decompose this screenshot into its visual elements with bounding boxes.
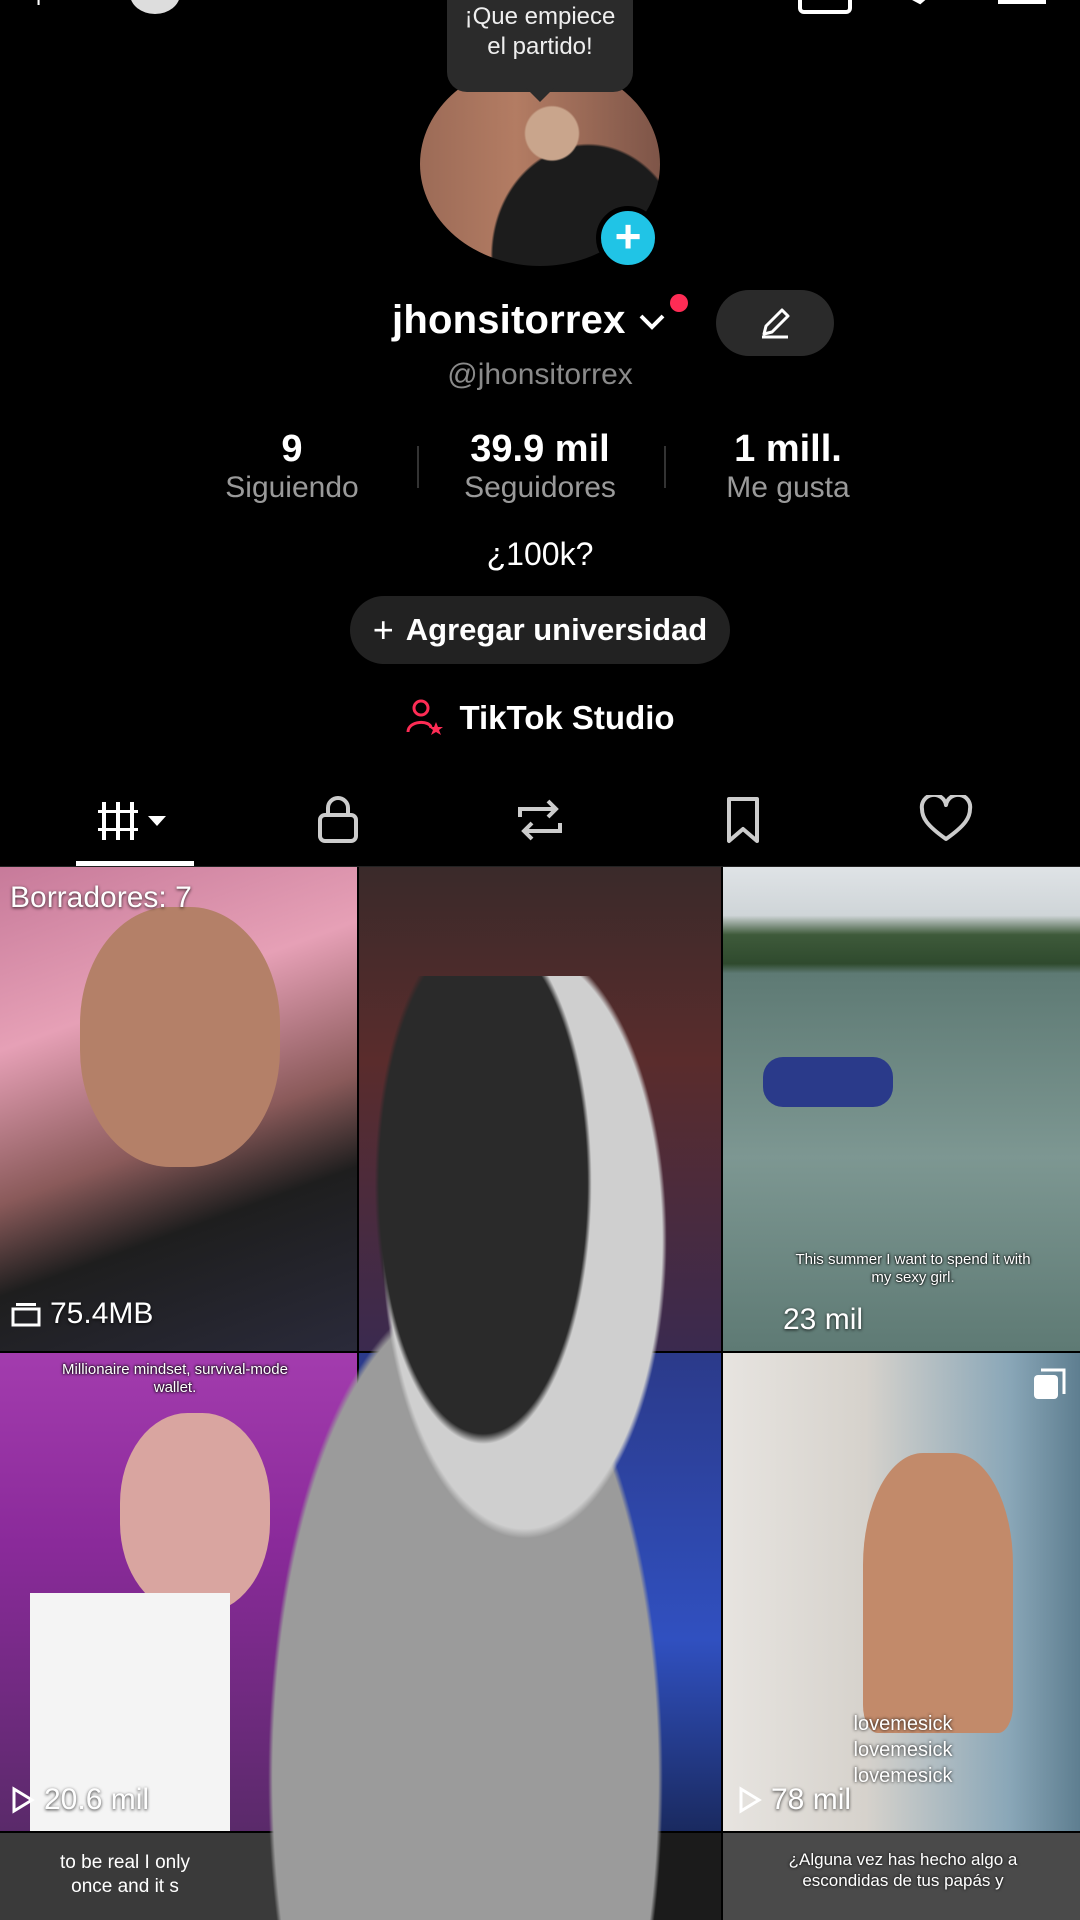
storage-icon bbox=[11, 1303, 41, 1327]
edit-profile-button[interactable] bbox=[716, 290, 834, 356]
stat-value: 9 bbox=[281, 428, 303, 470]
tile-caption: ¿Alguna vez has hecho algo a escondidas … bbox=[788, 1850, 1018, 1890]
play-icon bbox=[12, 1786, 35, 1814]
stat-value: 1 mill. bbox=[734, 428, 842, 470]
tab-liked[interactable] bbox=[886, 790, 1006, 850]
heart-icon bbox=[919, 795, 973, 841]
stat-following[interactable]: 9 Siguiendo bbox=[162, 428, 422, 505]
username[interactable]: jhonsitorrex bbox=[392, 298, 667, 343]
draft-size: 75.4MB bbox=[10, 1297, 153, 1331]
add-university-label: Agregar universidad bbox=[405, 612, 708, 647]
stat-likes[interactable]: 1 mill. Me gusta bbox=[658, 428, 918, 505]
studio-person-star-icon bbox=[406, 699, 444, 735]
stat-value: 39.9 mil bbox=[470, 428, 610, 470]
add-university-button[interactable]: + Agregar universidad bbox=[350, 596, 730, 664]
view-count: 20.6 mil bbox=[10, 1783, 149, 1817]
notification-dot bbox=[670, 294, 688, 312]
view-count: 23 mil bbox=[783, 1303, 864, 1336]
handle: @jhonsitorrex bbox=[447, 358, 633, 391]
tile-caption: This summer I want to spend it with my s… bbox=[795, 1251, 1031, 1286]
tab-reposts[interactable] bbox=[480, 790, 600, 850]
stat-label: Siguiendo bbox=[225, 471, 359, 504]
drafts-label: Borradores: 7 bbox=[10, 881, 192, 914]
tab-videos[interactable] bbox=[76, 790, 196, 850]
videos-icon bbox=[98, 802, 166, 840]
caption-line: lovemesick bbox=[853, 1713, 953, 1735]
username-text: jhonsitorrex bbox=[392, 298, 626, 342]
bookmark-icon bbox=[727, 797, 759, 843]
add-friend-icon[interactable]: ⁺ bbox=[28, 0, 49, 28]
stat-label: Me gusta bbox=[726, 471, 850, 504]
stat-label: Seguidores bbox=[464, 471, 616, 504]
draft-size-text: 75.4MB bbox=[50, 1297, 154, 1330]
chevron-down-icon[interactable] bbox=[637, 311, 667, 333]
studio-label: TikTok Studio bbox=[459, 699, 675, 736]
menu-icon[interactable] bbox=[998, 0, 1046, 4]
share-icon[interactable] bbox=[890, 0, 940, 12]
repost-icon bbox=[518, 799, 562, 841]
status-bubble: ¡Que empiece el partido! bbox=[447, 0, 633, 92]
multi-photo-icon bbox=[1034, 1368, 1066, 1399]
tab-saved[interactable] bbox=[683, 790, 803, 850]
plus-icon: + bbox=[372, 609, 394, 650]
calendar-icon[interactable] bbox=[798, 0, 852, 14]
soccer-ball-icon[interactable] bbox=[130, 0, 180, 14]
tile-thumbnail bbox=[863, 1453, 1013, 1733]
caption-line: lovemesick bbox=[853, 1765, 953, 1787]
caption-line: lovemesick bbox=[853, 1739, 953, 1761]
tile-caption: to be real I only once and it s bbox=[60, 1852, 190, 1897]
status-bubble-text: ¡Que empiece el partido! bbox=[464, 3, 616, 60]
bubble-tail bbox=[526, 88, 554, 102]
add-story-button[interactable]: + bbox=[596, 206, 660, 270]
tile-caption: lovemesick lovemesick lovemesick bbox=[843, 1711, 963, 1789]
lock-icon bbox=[318, 796, 358, 843]
pencil-icon bbox=[762, 308, 790, 339]
tiktok-studio-link[interactable]: TikTok Studio bbox=[0, 698, 1080, 738]
child-sticker-overlay bbox=[200, 976, 790, 1920]
view-count-text: 20.6 mil bbox=[44, 1783, 150, 1816]
tab-private[interactable] bbox=[278, 790, 398, 850]
bio: ¿100k? bbox=[486, 536, 594, 572]
stat-followers[interactable]: 39.9 mil Seguidores bbox=[410, 428, 670, 505]
